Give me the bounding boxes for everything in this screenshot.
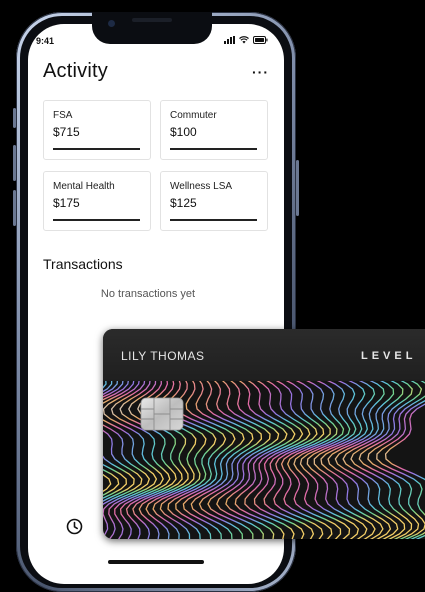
clock-icon[interactable] (66, 518, 83, 540)
card-wave-line (299, 368, 360, 539)
account-tile-mental-health[interactable]: Mental Health $175 (43, 171, 151, 231)
phone-notch (92, 12, 212, 44)
account-balance: $715 (53, 125, 80, 139)
payment-card: LILY THOMAS LEVEL (103, 329, 425, 539)
more-options-button[interactable]: ··· (252, 64, 269, 80)
phone-volume-down-button (13, 190, 16, 226)
account-label: Commuter (170, 110, 217, 121)
home-indicator[interactable] (108, 560, 204, 564)
account-tile-commuter[interactable]: Commuter $100 (160, 100, 268, 160)
account-tile-fsa[interactable]: FSA $715 (43, 100, 151, 160)
status-bar-icons (224, 36, 268, 44)
earpiece-speaker (132, 18, 172, 22)
phone-power-button (296, 160, 299, 216)
wifi-icon (239, 36, 249, 44)
page-title: Activity (43, 60, 108, 82)
account-label: Wellness LSA (170, 181, 233, 192)
card-wave-line (103, 372, 120, 496)
account-balance: $125 (170, 196, 197, 210)
account-balance: $175 (53, 196, 80, 210)
phone-volume-up-button (13, 145, 16, 181)
card-brand-logo: LEVEL (361, 350, 417, 362)
account-tile-wellness-lsa[interactable]: Wellness LSA $125 (160, 171, 268, 231)
account-underline (170, 148, 257, 150)
account-underline (53, 219, 140, 221)
card-holder-name: LILY THOMAS (121, 349, 205, 363)
chip-icon (140, 397, 184, 436)
signal-icon (224, 36, 235, 44)
account-label: Mental Health (53, 181, 115, 192)
front-camera (108, 20, 115, 27)
account-underline (170, 219, 257, 221)
account-label: FSA (53, 110, 73, 121)
card-wave-line (306, 368, 368, 539)
account-underline (53, 148, 140, 150)
battery-icon (253, 36, 268, 44)
transactions-heading: Transactions (43, 256, 123, 272)
phone-side-button (13, 108, 16, 128)
status-time: 9:41 (36, 36, 55, 46)
transactions-empty-text: No transactions yet (100, 288, 196, 300)
account-balance: $100 (170, 125, 197, 139)
